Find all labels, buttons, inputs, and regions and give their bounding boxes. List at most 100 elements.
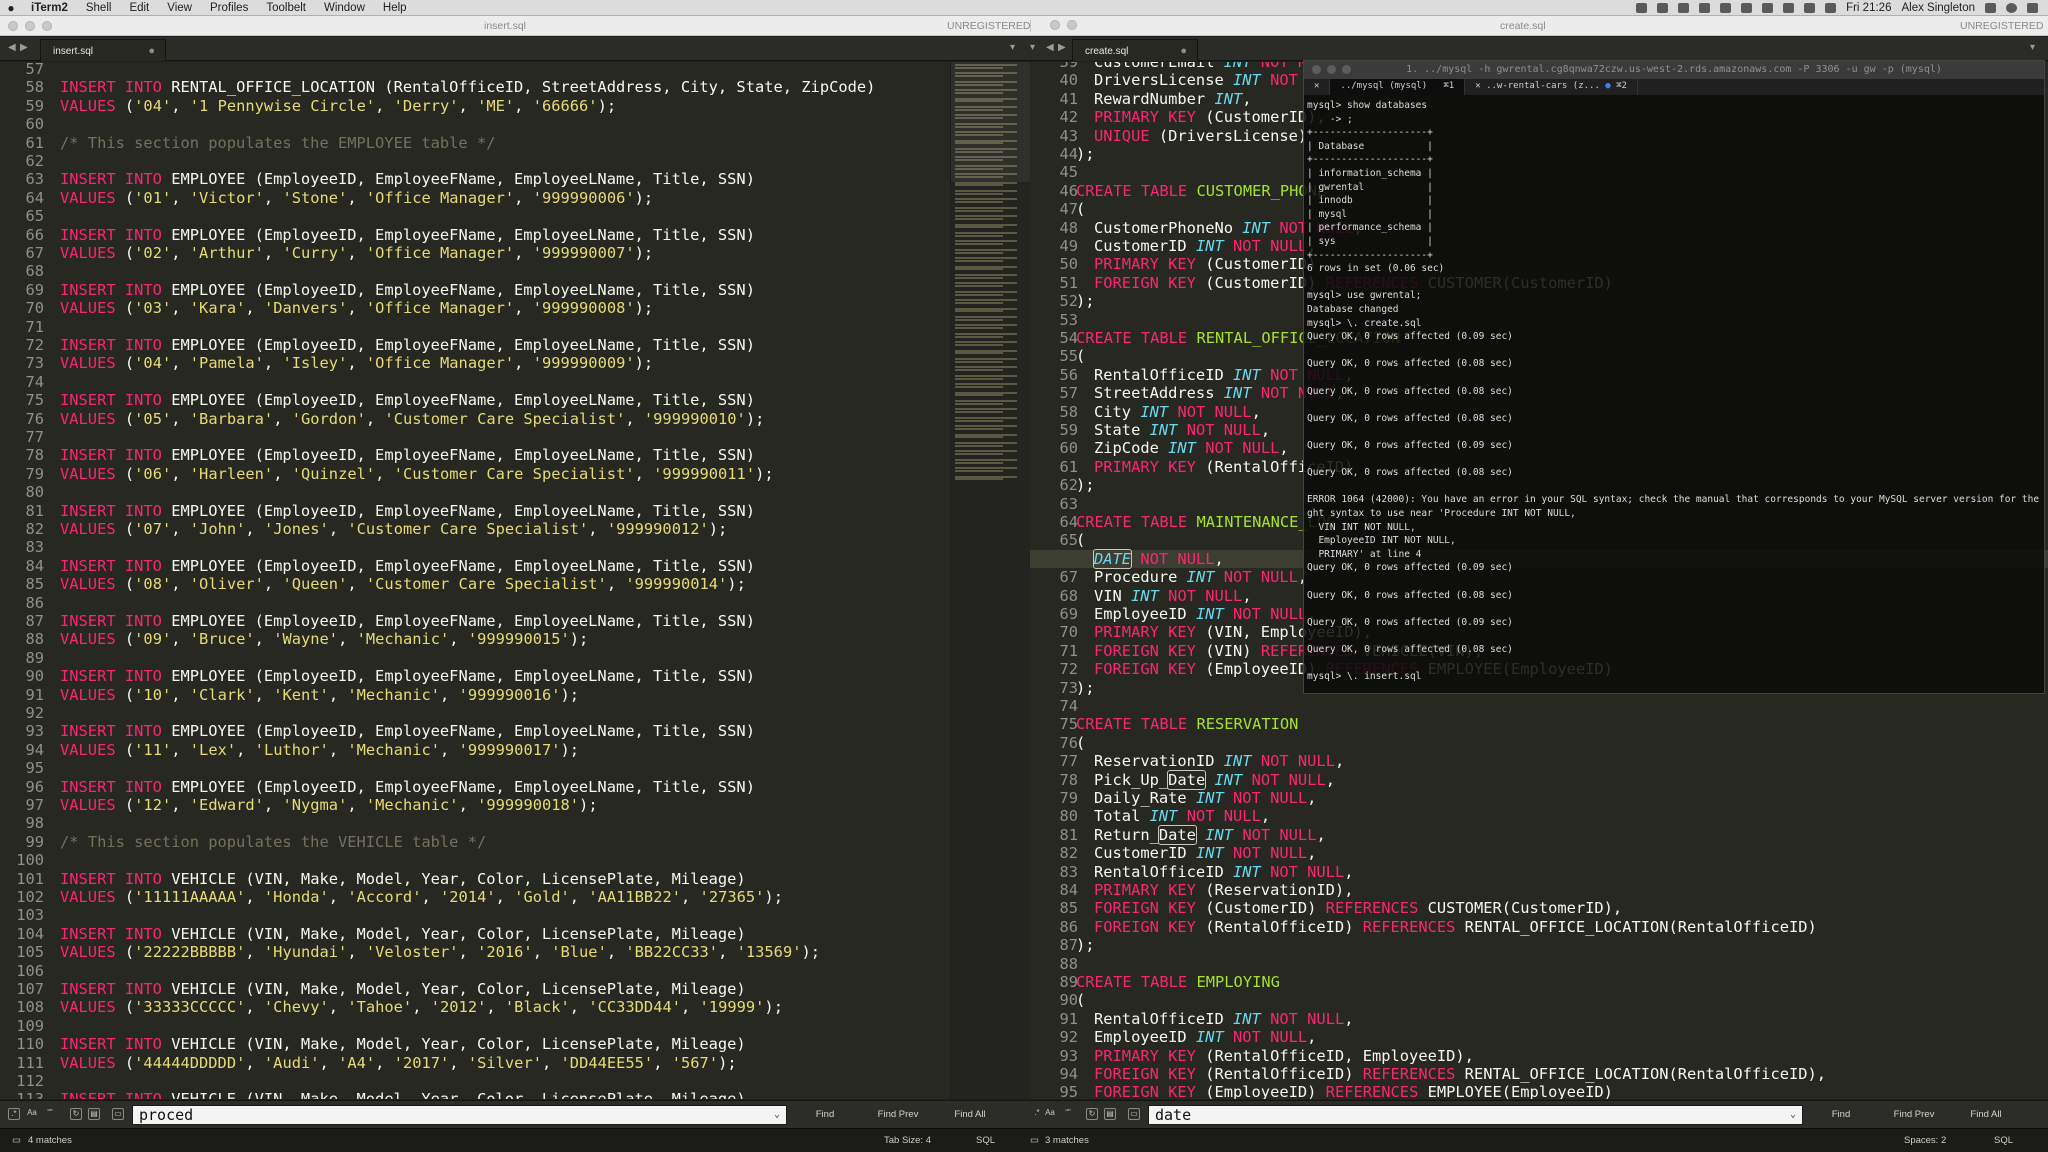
find-all-button[interactable]: Find All	[1956, 1107, 2016, 1123]
code-line[interactable]: VALUES ('01', 'Victor', 'Stone', 'Office…	[60, 189, 653, 207]
code-line[interactable]: INSERT INTO EMPLOYEE (EmployeeID, Employ…	[60, 391, 755, 409]
code-line[interactable]: Daily_Rate INT NOT NULL,	[1094, 789, 1316, 807]
search-icon[interactable]	[1985, 2, 1996, 13]
creative-cloud-icon[interactable]	[1657, 2, 1669, 13]
code-line[interactable]: ReservationID INT NOT NULL,	[1094, 752, 1344, 770]
dropbox-icon[interactable]	[1636, 2, 1648, 13]
code-line[interactable]: FOREIGN KEY (EmployeeID) REFERENCES EMPL…	[1094, 1083, 1613, 1099]
code-line[interactable]: FOREIGN KEY (RentalOfficeID) REFERENCES …	[1094, 918, 1817, 936]
code-line[interactable]: PRIMARY KEY (RentalOfficeID, EmployeeID)…	[1094, 1047, 1474, 1065]
code-line[interactable]: VALUES ('08', 'Oliver', 'Queen', 'Custom…	[60, 575, 746, 593]
code-line[interactable]: );	[1076, 476, 1095, 494]
code-line[interactable]: VALUES ('10', 'Clark', 'Kent', 'Mechanic…	[60, 686, 579, 704]
find-prev-button[interactable]: Find Prev	[1884, 1107, 1944, 1123]
left-syntax-indicator[interactable]: SQL	[976, 1135, 995, 1146]
menu-list-icon[interactable]	[2027, 2, 2038, 13]
terminal-output[interactable]: mysql> show databases -> ; +-------------…	[1304, 95, 2044, 693]
close-window-button-2[interactable]	[1050, 20, 1060, 30]
close-tab-icon[interactable]: ●	[148, 45, 155, 57]
code-line[interactable]: VALUES ('11', 'Lex', 'Luthor', 'Mechanic…	[60, 741, 579, 759]
wifi-icon[interactable]	[1762, 2, 1774, 13]
code-line[interactable]: FOREIGN KEY (RentalOfficeID) REFERENCES …	[1094, 1065, 1826, 1083]
code-line[interactable]: CREATE TABLE EMPLOYING	[1076, 973, 1280, 991]
find-button[interactable]: Find	[1811, 1107, 1871, 1123]
highlight-option-icon[interactable]: ▭	[112, 1108, 124, 1120]
find-input[interactable]: proced ⌄	[132, 1105, 787, 1125]
tab-insert-sql[interactable]: insert.sql ●	[40, 39, 166, 61]
whole-word-option[interactable]: “”	[44, 1108, 56, 1120]
code-line[interactable]: );	[1076, 292, 1095, 310]
code-line[interactable]: FOREIGN KEY (CustomerID) REFERENCES CUST…	[1094, 899, 1622, 917]
code-line[interactable]: VALUES ('09', 'Bruce', 'Wayne', 'Mechani…	[60, 630, 588, 648]
wrap-option-icon[interactable]: ↻	[70, 1108, 82, 1120]
in-selection-option-icon[interactable]: ▤	[1104, 1108, 1116, 1120]
clock-icon[interactable]	[1720, 2, 1732, 13]
code-line[interactable]: VALUES ('12', 'Edward', 'Nygma', 'Mechan…	[60, 796, 598, 814]
find-prev-button[interactable]: Find Prev	[868, 1107, 928, 1123]
code-line[interactable]: INSERT INTO EMPLOYEE (EmployeeID, Employ…	[60, 557, 755, 575]
regex-option-icon[interactable]: .*	[8, 1108, 20, 1120]
code-line[interactable]: Total INT NOT NULL,	[1094, 807, 1270, 825]
code-line[interactable]: INSERT INTO VEHICLE (VIN, Make, Model, Y…	[60, 870, 746, 888]
terminal-tab-mysql[interactable]: ../mysql (mysql) ⌘1	[1330, 79, 1466, 95]
case-option[interactable]: Aa	[26, 1108, 38, 1120]
menu-view[interactable]: View	[158, 2, 201, 14]
wrap-option-icon[interactable]: ↻	[1086, 1108, 1098, 1120]
code-line[interactable]: INSERT INTO RENTAL_OFFICE_LOCATION (Rent…	[60, 78, 875, 96]
close-tab-icon[interactable]: ●	[1180, 45, 1187, 57]
code-line[interactable]: VALUES ('06', 'Harleen', 'Quinzel', 'Cus…	[60, 465, 774, 483]
code-line[interactable]: VALUES ('44444DDDDD', 'Audi', 'A4', '201…	[60, 1054, 737, 1072]
code-line[interactable]: INSERT INTO EMPLOYEE (EmployeeID, Employ…	[60, 336, 755, 354]
code-line[interactable]: (	[1076, 734, 1085, 752]
code-line[interactable]: );	[1076, 679, 1095, 697]
minimize-window-button[interactable]	[25, 21, 35, 31]
code-line[interactable]: Pick_Up_Date INT NOT NULL,	[1094, 769, 1335, 790]
menu-edit[interactable]: Edit	[120, 2, 158, 14]
nav-forward-icon-2[interactable]: ▶	[1058, 42, 1066, 53]
nav-forward-icon[interactable]: ▶	[20, 42, 28, 53]
menu-app[interactable]: iTerm2	[22, 2, 77, 14]
minimize-window-button-2[interactable]	[1067, 20, 1077, 30]
code-line[interactable]: VIN INT NOT NULL,	[1094, 587, 1252, 605]
case-option[interactable]: Aa	[1044, 1108, 1056, 1120]
code-line[interactable]: /* This section populates the EMPLOYEE t…	[60, 134, 496, 152]
code-line[interactable]: City INT NOT NULL,	[1094, 403, 1261, 421]
code-line[interactable]: VALUES ('02', 'Arthur', 'Curry', 'Office…	[60, 244, 653, 262]
code-line[interactable]: VALUES ('22222BBBBB', 'Hyundai', 'Velost…	[60, 943, 820, 961]
code-line[interactable]: VALUES ('03', 'Kara', 'Danvers', 'Office…	[60, 299, 653, 317]
display-icon[interactable]	[1804, 2, 1816, 13]
close-window-button[interactable]	[8, 21, 18, 31]
code-line[interactable]: VALUES ('11111AAAAA', 'Honda', 'Accord',…	[60, 888, 783, 906]
code-line[interactable]: Procedure INT NOT NULL,	[1094, 568, 1307, 586]
code-line[interactable]: INSERT INTO EMPLOYEE (EmployeeID, Employ…	[60, 667, 755, 685]
terminal-tab-close-icon-2[interactable]: ✕	[1475, 81, 1480, 91]
code-line[interactable]: (	[1076, 991, 1085, 1009]
code-line[interactable]: EmployeeID INT NOT NULL,	[1094, 605, 1316, 623]
notes-icon[interactable]	[1678, 2, 1690, 13]
code-line[interactable]: VALUES ('33333CCCCC', 'Chevy', 'Tahoe', …	[60, 998, 783, 1016]
code-line[interactable]: CustomerID INT NOT NULL,	[1094, 237, 1316, 255]
code-line[interactable]: );	[1076, 936, 1095, 954]
minimap-viewport[interactable]	[951, 62, 1030, 182]
code-line[interactable]: INSERT INTO EMPLOYEE (EmployeeID, Employ…	[60, 170, 755, 188]
terminal-window[interactable]: 1. ../mysql -h gwrental.cg8qnwa72czw.us-…	[1303, 60, 2045, 694]
avatar-icon[interactable]	[2006, 2, 2017, 13]
tab-size-indicator[interactable]: Tab Size: 4	[884, 1135, 931, 1146]
zoom-window-button[interactable]	[42, 21, 52, 31]
code-line[interactable]: RentalOfficeID INT NOT NULL,	[1094, 1010, 1354, 1028]
code-line[interactable]: INSERT INTO EMPLOYEE (EmployeeID, Employ…	[60, 502, 755, 520]
info-icon[interactable]	[1699, 2, 1711, 13]
terminal-tab-rental[interactable]: ✕ ..w-rental-cars (z... ● ⌘2	[1465, 79, 1638, 95]
right-syntax-indicator[interactable]: SQL	[1994, 1135, 2013, 1146]
regex-option-icon[interactable]: .*	[1031, 1108, 1043, 1120]
code-line[interactable]: /* This section populates the VEHICLE ta…	[60, 833, 486, 851]
tab-create-sql[interactable]: create.sql ●	[1072, 39, 1198, 61]
status-panel-icon-2[interactable]: ▭	[1030, 1135, 1039, 1146]
spaces-indicator[interactable]: Spaces: 2	[1904, 1135, 1946, 1146]
in-selection-option-icon[interactable]: ▤	[88, 1108, 100, 1120]
code-line[interactable]: PRIMARY KEY (CustomerID),	[1094, 108, 1326, 126]
code-line[interactable]: INSERT INTO EMPLOYEE (EmployeeID, Employ…	[60, 778, 755, 796]
code-line[interactable]: INSERT INTO VEHICLE (VIN, Make, Model, Y…	[60, 980, 746, 998]
code-line[interactable]: PRIMARY KEY (ReservationID),	[1094, 881, 1353, 899]
code-line[interactable]: INSERT INTO EMPLOYEE (EmployeeID, Employ…	[60, 612, 755, 630]
